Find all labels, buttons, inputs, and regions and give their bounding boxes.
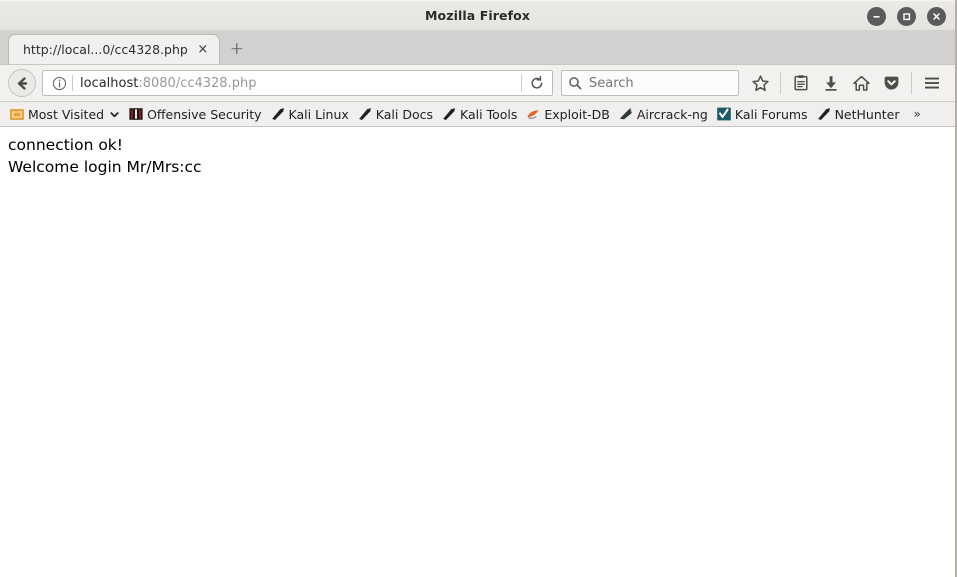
tab-strip: http://local...0/cc4328.php × +: [0, 30, 955, 64]
offensive-security-icon: [128, 106, 144, 122]
new-tab-button[interactable]: +: [222, 34, 252, 64]
menu-button[interactable]: [917, 68, 947, 98]
maximize-icon: [903, 12, 911, 20]
close-button[interactable]: [927, 6, 946, 26]
home-icon: [852, 75, 870, 91]
window-title: Mozilla Firefox: [425, 8, 530, 23]
navigation-toolbar: localhost:8080/cc4328.php Search: [0, 64, 955, 102]
downloads-button[interactable]: [816, 68, 846, 98]
magnifier-icon: [569, 77, 582, 90]
bookmark-item-kali-tools[interactable]: Kali Tools: [437, 104, 521, 125]
toolbar-divider-1: [780, 72, 781, 94]
url-divider: [72, 75, 73, 91]
pocket-icon: [884, 76, 898, 90]
kali-forums-icon: [716, 106, 732, 122]
tab-label: http://local...0/cc4328.php: [23, 42, 188, 57]
bookmark-item-offensive-security[interactable]: Offensive Security: [124, 104, 265, 125]
pocket-button[interactable]: [876, 68, 906, 98]
bookmark-item-kali-docs[interactable]: Kali Docs: [353, 104, 437, 125]
page-text-line: Welcome login Mr/Mrs:cc: [8, 157, 202, 176]
bookmark-item-most-visited[interactable]: Most Visited: [5, 104, 124, 125]
page-content: connection ok! Welcome login Mr/Mrs:cc: [0, 127, 955, 577]
bookmark-label: Kali Forums: [734, 106, 808, 122]
bookmarks-overflow-button[interactable]: »: [909, 107, 924, 121]
tab-close-button[interactable]: ×: [194, 41, 212, 59]
bookmark-item-kali-forums[interactable]: Kali Forums: [712, 104, 812, 125]
hamburger-menu-icon: [925, 77, 939, 89]
bookmark-label: NetHunter: [834, 106, 900, 122]
toolbar-divider-2: [911, 72, 912, 94]
tab-active[interactable]: http://local...0/cc4328.php ×: [8, 34, 220, 64]
search-input[interactable]: Search: [589, 76, 634, 91]
bookmark-label: Kali Docs: [375, 106, 434, 122]
bookmark-item-nethunter[interactable]: NetHunter: [812, 104, 904, 125]
bookmark-label: Aircrack-ng: [636, 106, 708, 122]
kali-dragon-icon: [441, 106, 457, 122]
info-circle-icon[interactable]: [49, 76, 69, 91]
url-path: :8080/cc4328.php: [138, 75, 257, 91]
reload-button[interactable]: [524, 71, 550, 95]
bookmarks-toolbar: Most Visited Offensive Security Kali Linux…: [0, 102, 955, 127]
maximize-button[interactable]: [897, 6, 916, 26]
bookmark-label: Kali Tools: [460, 106, 518, 122]
window-controls: [867, 1, 946, 31]
url-bar[interactable]: localhost:8080/cc4328.php: [42, 70, 553, 96]
aircrack-ng-icon: [618, 106, 634, 122]
search-bar[interactable]: Search: [561, 70, 739, 96]
minimize-button[interactable]: [867, 6, 886, 26]
bookmark-label: Most Visited: [28, 106, 105, 122]
back-arrow-icon: [17, 76, 27, 90]
page-text-line: connection ok!: [8, 136, 124, 154]
library-icon: [794, 75, 808, 91]
bookmark-label: Exploit-DB: [544, 106, 610, 122]
bookmark-item-kali-linux[interactable]: Kali Linux: [266, 104, 353, 125]
url-text: localhost:8080/cc4328.php: [80, 76, 521, 91]
chevron-down-icon[interactable]: [109, 109, 120, 120]
back-button[interactable]: [8, 69, 36, 97]
bookmark-star-button[interactable]: [745, 68, 775, 98]
reload-divider: [521, 74, 522, 92]
exploit-db-icon: [525, 106, 541, 122]
kali-dragon-icon: [357, 106, 373, 122]
home-button[interactable]: [846, 68, 876, 98]
title-bar: Mozilla Firefox: [0, 0, 955, 30]
bookmark-label: Kali Linux: [288, 106, 349, 122]
bookmark-item-exploit-db[interactable]: Exploit-DB: [521, 104, 613, 125]
minimize-icon: [873, 15, 880, 18]
library-button[interactable]: [786, 68, 816, 98]
firefox-window: Mozilla Firefox http://local...0/cc4328.: [0, 0, 957, 577]
close-icon: [933, 12, 940, 20]
bookmark-label: Offensive Security: [147, 106, 262, 122]
most-visited-folder-icon: [9, 106, 25, 122]
kali-dragon-icon: [816, 106, 832, 122]
bookmark-item-aircrack-ng[interactable]: Aircrack-ng: [614, 104, 712, 125]
download-arrow-icon: [825, 76, 837, 91]
kali-dragon-icon: [270, 106, 286, 122]
reload-icon: [531, 75, 543, 89]
url-host: localhost: [80, 75, 139, 91]
star-icon: [751, 74, 769, 91]
